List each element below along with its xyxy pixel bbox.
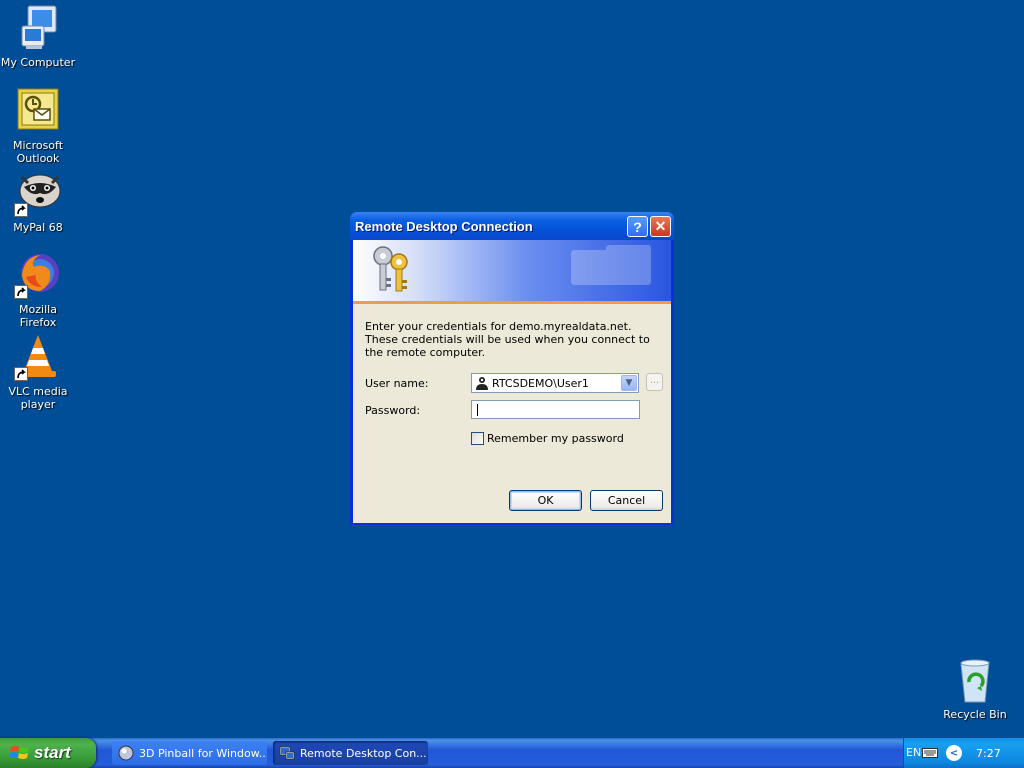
browse-user-button[interactable]: ... xyxy=(646,373,663,391)
taskbar: start 3D Pinball for Window... Remote De… xyxy=(0,738,1024,768)
desktop-icon-my-computer[interactable]: My Computer xyxy=(0,4,76,69)
pinball-icon xyxy=(118,745,134,761)
help-icon: ? xyxy=(633,218,642,235)
banner-watermark-icon xyxy=(571,245,651,285)
desktop-icon-mypal[interactable]: MyPal 68 xyxy=(0,169,76,234)
ok-button[interactable]: OK xyxy=(509,490,582,511)
username-label: User name: xyxy=(365,377,429,390)
shortcut-arrow-icon xyxy=(14,367,28,381)
show-hidden-icons-button[interactable]: < xyxy=(946,745,962,761)
task-label: Remote Desktop Con... xyxy=(300,746,427,760)
credentials-message: Enter your credentials for demo.myrealda… xyxy=(365,320,650,359)
user-icon xyxy=(476,377,488,390)
remember-password-label: Remember my password xyxy=(487,432,624,445)
windows-flag-icon xyxy=(10,746,29,759)
desktop-icon-label: VLC media player xyxy=(8,385,68,411)
help-button[interactable]: ? xyxy=(627,216,648,237)
text-caret xyxy=(477,404,478,416)
remember-password-checkbox[interactable] xyxy=(471,432,484,445)
clock[interactable]: 7:27 xyxy=(976,747,1001,760)
close-icon: ✕ xyxy=(654,218,667,234)
desktop-icon-label: Microsoft Outlook xyxy=(12,139,64,165)
dialog-body: Enter your credentials for demo.myrealda… xyxy=(353,240,671,523)
desktop-icon-label: Mozilla Firefox xyxy=(19,303,57,329)
dialog-titlebar[interactable]: Remote Desktop Connection ? ✕ xyxy=(350,212,674,240)
dialog-title: Remote Desktop Connection xyxy=(355,218,533,234)
desktop-icon-vlc[interactable]: VLC media player xyxy=(0,333,76,411)
language-indicator[interactable]: EN xyxy=(906,746,921,759)
chevron-down-icon[interactable]: ▼ xyxy=(621,375,637,391)
my-computer-icon xyxy=(14,4,62,52)
keys-icon xyxy=(373,246,408,292)
shortcut-arrow-icon xyxy=(14,285,28,299)
desktop-icon-recycle-bin[interactable]: Recycle Bin xyxy=(937,656,1013,721)
password-field[interactable] xyxy=(471,400,640,419)
remote-desktop-icon xyxy=(279,746,295,760)
start-label: start xyxy=(34,743,71,762)
taskbar-button-remote-desktop[interactable]: Remote Desktop Con... xyxy=(273,741,428,765)
desktop-icon-label: My Computer xyxy=(0,56,76,69)
cancel-button[interactable]: Cancel xyxy=(590,490,663,511)
username-value: RTCSDEMO\User1 xyxy=(492,376,589,390)
desktop-icon-label: MyPal 68 xyxy=(13,221,63,234)
start-button[interactable]: start xyxy=(0,738,96,768)
remember-password-row[interactable]: Remember my password xyxy=(471,432,624,445)
shortcut-arrow-icon xyxy=(14,203,28,217)
task-label: 3D Pinball for Window... xyxy=(139,746,267,760)
credentials-dialog: Remote Desktop Connection ? ✕ Enter your… xyxy=(350,212,674,525)
desktop-icon-outlook[interactable]: Microsoft Outlook xyxy=(0,87,76,165)
password-label: Password: xyxy=(365,404,421,417)
close-button[interactable]: ✕ xyxy=(650,216,671,237)
mypal-icon xyxy=(14,169,62,217)
desktop-icon-firefox[interactable]: Mozilla Firefox xyxy=(0,251,76,329)
recycle-bin-icon xyxy=(951,656,999,704)
username-combobox[interactable]: RTCSDEMO\User1 ▼ xyxy=(471,373,639,393)
taskbar-button-pinball[interactable]: 3D Pinball for Window... xyxy=(112,741,267,765)
outlook-icon xyxy=(14,87,62,135)
keyboard-icon[interactable] xyxy=(922,747,938,759)
vlc-icon xyxy=(14,333,62,381)
dialog-banner xyxy=(353,240,671,304)
firefox-icon xyxy=(14,251,62,299)
desktop-icon-label: Recycle Bin xyxy=(943,708,1007,721)
